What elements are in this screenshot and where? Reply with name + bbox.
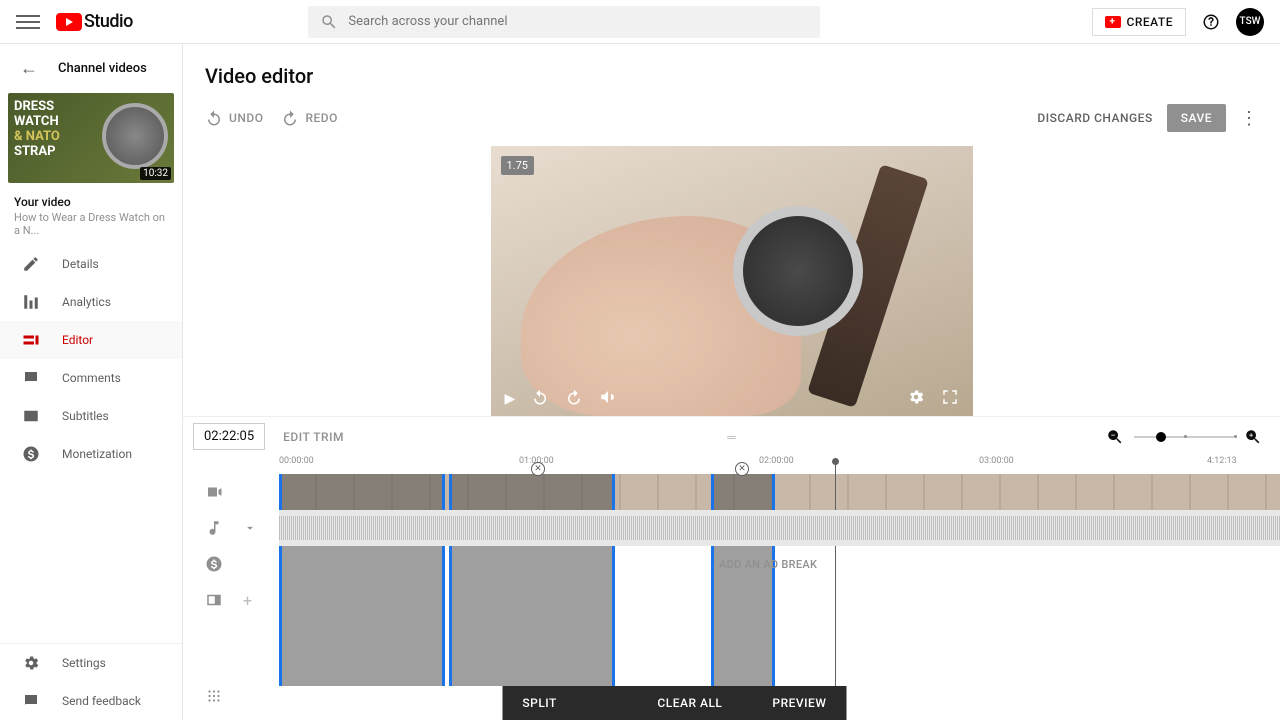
sidebar-item-details[interactable]: Details	[0, 245, 182, 283]
feedback-icon	[22, 692, 40, 710]
help-icon[interactable]	[1202, 13, 1220, 31]
clear-all-button[interactable]: CLEAR ALL	[657, 696, 722, 710]
audio-track[interactable]	[279, 510, 1280, 546]
back-button[interactable]: ← Channel videos	[0, 44, 182, 93]
trim-action-bar: SPLIT CLEAR ALL PREVIEW	[502, 686, 846, 720]
fullscreen-icon[interactable]	[941, 388, 959, 410]
time-ruler: 00:00:00 01:00:00 02:00:00 03:00:00 4:12…	[279, 456, 1280, 474]
trim-handle-icon[interactable]: ✕	[531, 462, 545, 476]
play-icon[interactable]: ▶	[505, 391, 516, 407]
video-track[interactable]: ✕ ✕	[279, 474, 1280, 510]
save-button[interactable]: SAVE	[1167, 104, 1226, 132]
forward-10-icon[interactable]	[565, 388, 583, 410]
analytics-icon	[22, 293, 40, 311]
duration-badge: 10:32	[140, 167, 171, 180]
audio-track-icon	[205, 519, 223, 537]
pencil-icon	[22, 255, 40, 273]
adbreak-track-icon	[205, 555, 223, 573]
youtube-icon	[56, 13, 82, 31]
gear-icon	[22, 654, 40, 672]
studio-logo[interactable]: Studio	[56, 11, 133, 32]
dollar-icon	[22, 445, 40, 463]
sidebar-item-settings[interactable]: Settings	[0, 644, 182, 682]
discard-button[interactable]: DISCARD CHANGES	[1037, 111, 1152, 125]
drag-handle-icon[interactable]: ═	[727, 430, 736, 444]
trim-handle-icon[interactable]: ✕	[735, 462, 749, 476]
create-button[interactable]: CREATE	[1092, 8, 1186, 36]
sidebar-item-monetization[interactable]: Monetization	[0, 435, 182, 473]
replay-10-icon[interactable]	[531, 388, 549, 410]
volume-icon[interactable]	[599, 388, 617, 410]
zoom-slider[interactable]	[1134, 436, 1234, 438]
edit-trim-button[interactable]: EDIT TRIM	[283, 430, 344, 444]
page-title: Video editor	[183, 44, 1280, 96]
zoom-in-icon[interactable]	[1244, 428, 1262, 446]
search-icon	[320, 13, 338, 31]
video-preview[interactable]: 1.75 ▶	[491, 146, 973, 416]
adbreak-track[interactable]: ADD AN AD BREAK	[279, 546, 1280, 582]
more-icon[interactable]: ⋮	[1240, 108, 1258, 129]
sidebar-item-comments[interactable]: Comments	[0, 359, 182, 397]
editor-icon	[22, 331, 40, 349]
video-track-icon	[205, 483, 223, 501]
create-icon	[1105, 16, 1121, 28]
subtitles-icon	[22, 407, 40, 425]
undo-button[interactable]: UNDO	[205, 109, 263, 127]
speed-badge: 1.75	[501, 156, 534, 175]
sidebar-item-analytics[interactable]: Analytics	[0, 283, 182, 321]
search-box[interactable]	[308, 6, 820, 38]
endscreen-track-icon	[205, 591, 223, 609]
split-button[interactable]: SPLIT	[522, 696, 556, 710]
arrow-left-icon: ←	[20, 58, 38, 79]
video-title: How to Wear a Dress Watch on a N...	[14, 211, 168, 237]
add-adbreak-button[interactable]: ADD AN AD BREAK	[719, 558, 817, 571]
avatar[interactable]: TSW	[1236, 8, 1264, 36]
video-thumbnail[interactable]: DRESS WATCH & NATO STRAP 10:32	[8, 93, 174, 183]
preview-button[interactable]: PREVIEW	[772, 696, 826, 710]
comments-icon	[22, 369, 40, 387]
zoom-out-icon[interactable]	[1106, 428, 1124, 446]
sidebar-item-subtitles[interactable]: Subtitles	[0, 397, 182, 435]
sidebar-item-feedback[interactable]: Send feedback	[0, 682, 182, 720]
chevron-down-icon[interactable]	[243, 519, 257, 537]
add-icon[interactable]: +	[243, 591, 252, 610]
blur-track-icon	[205, 687, 223, 705]
settings-icon[interactable]	[907, 388, 925, 410]
redo-button[interactable]: REDO	[281, 109, 337, 127]
timecode-input[interactable]: 02:22:05	[193, 423, 265, 450]
endscreen-track[interactable]	[279, 582, 1280, 618]
search-input[interactable]	[348, 14, 808, 29]
sidebar-item-editor[interactable]: Editor	[0, 321, 182, 359]
menu-icon[interactable]	[16, 10, 40, 34]
logo-text: Studio	[84, 11, 133, 32]
your-video-label: Your video	[14, 195, 168, 209]
